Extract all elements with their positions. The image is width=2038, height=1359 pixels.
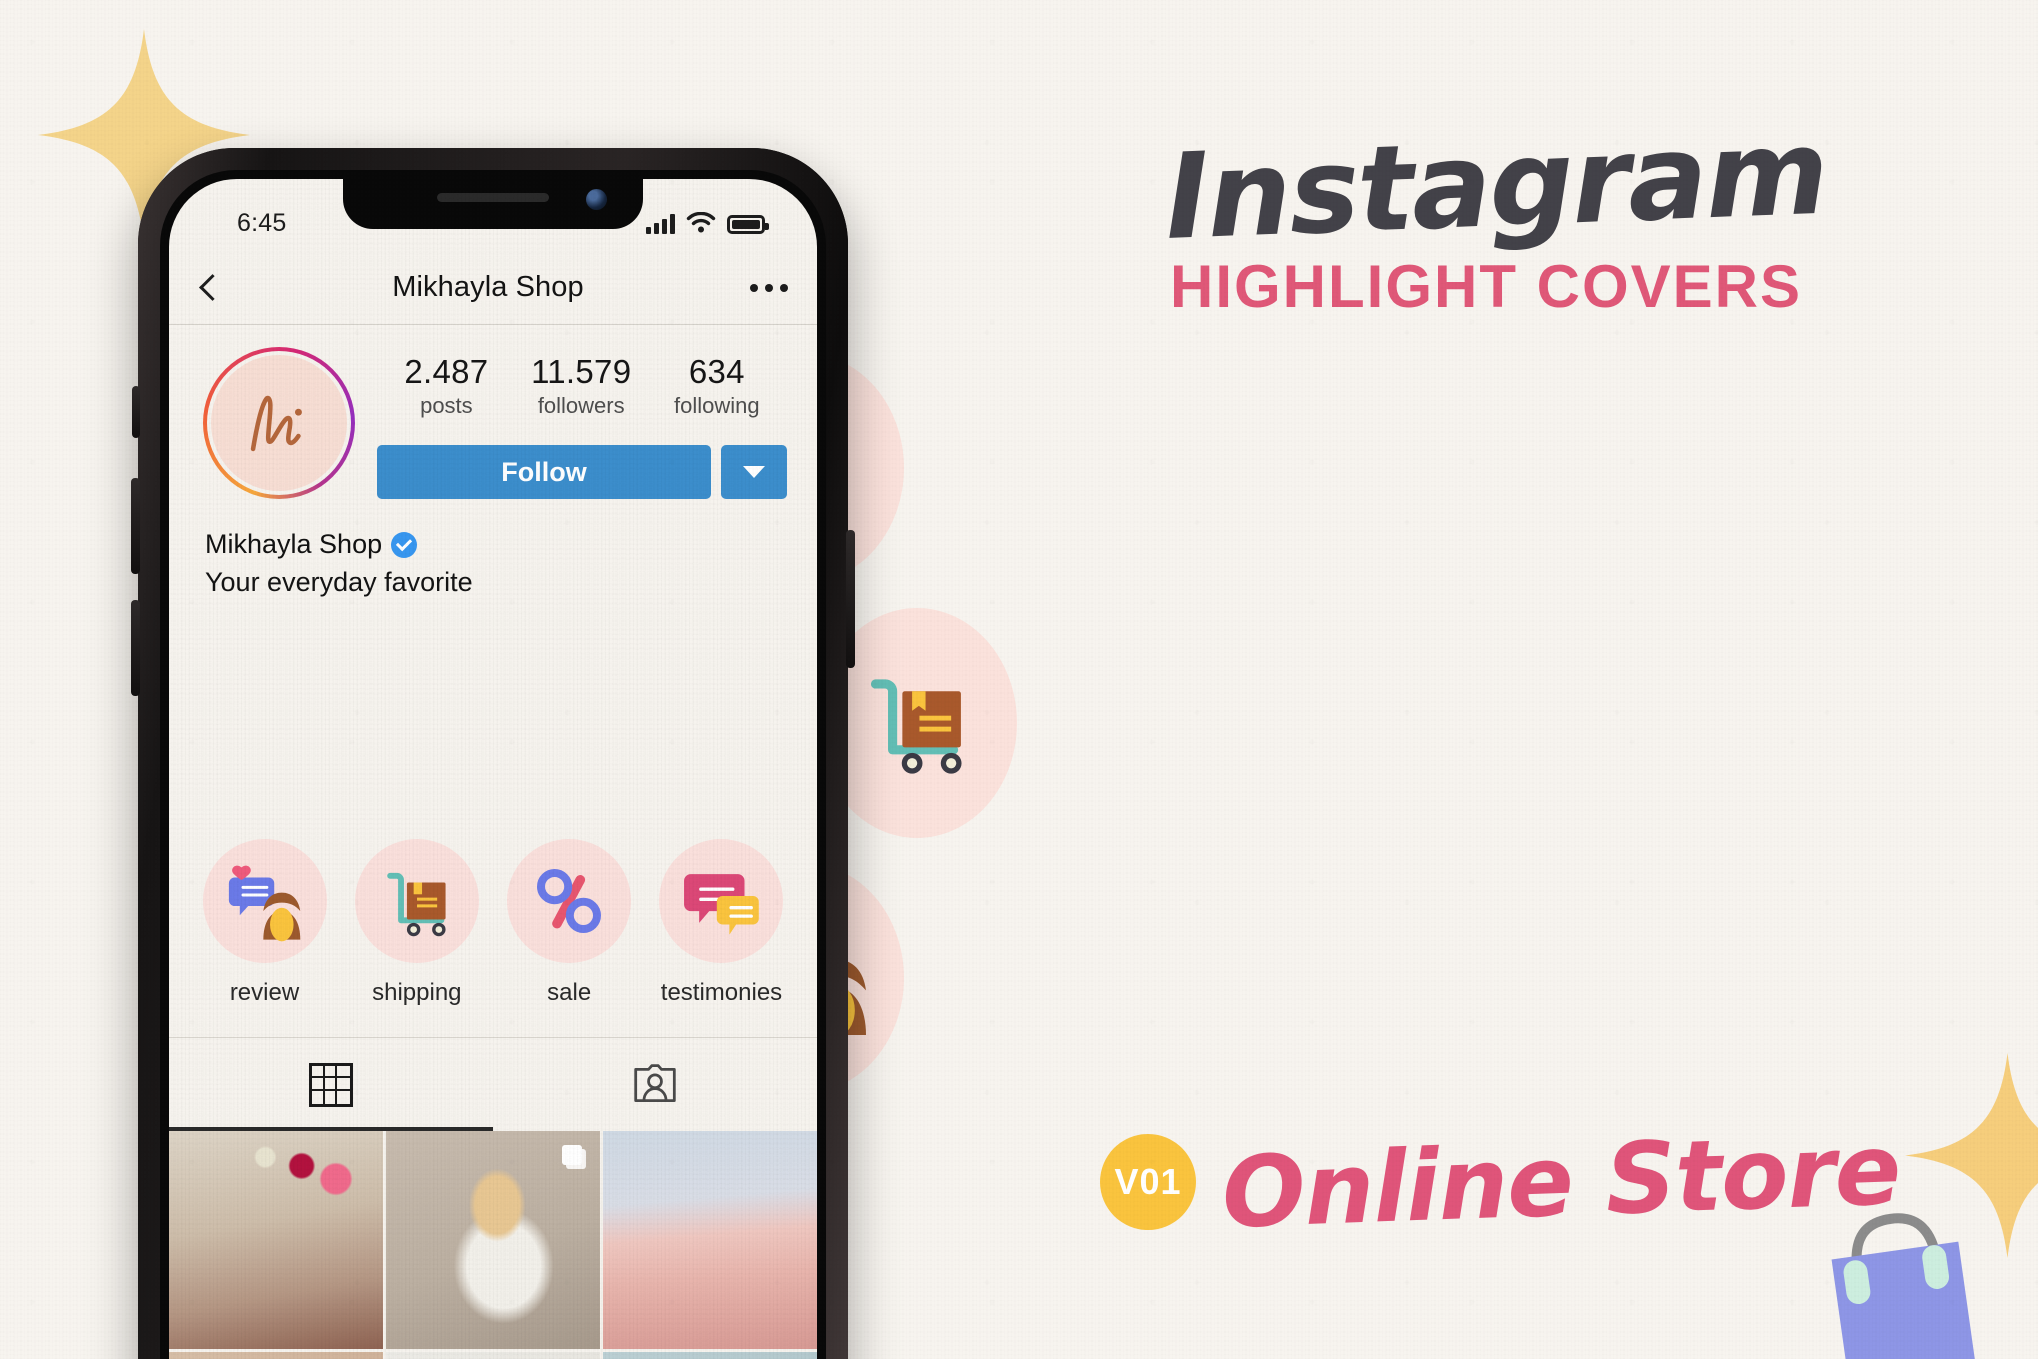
post-thumbnail[interactable] [603, 1131, 817, 1349]
multi-photo-icon [562, 1145, 586, 1169]
post-thumbnail[interactable] [386, 1131, 600, 1349]
stat-posts-value: 2.487 [404, 353, 489, 390]
app-nav-bar: Mikhayla Shop [169, 251, 817, 325]
avatar-monogram [211, 355, 347, 491]
status-time: 6:45 [237, 208, 287, 237]
display-name-row: Mikhayla Shop [205, 529, 783, 560]
post-thumbnail[interactable] [386, 1352, 600, 1359]
stat-followers[interactable]: 11.579 followers [531, 353, 631, 419]
version-badge: V01 [1100, 1134, 1196, 1230]
post-thumbnail[interactable] [603, 1352, 817, 1359]
verified-badge-icon [391, 531, 418, 558]
ellipsis-icon [750, 283, 758, 292]
highlight-testimonies[interactable]: testimonies [654, 839, 789, 1007]
more-options-button[interactable] [721, 283, 817, 292]
poster-canvas: 6:45 Mikhayla Shop 2.487 posts 11.579 fo… [0, 0, 2038, 1359]
silent-switch[interactable] [132, 386, 140, 438]
volume-down-button[interactable] [131, 600, 140, 696]
profile-tabs [169, 1037, 817, 1131]
power-button[interactable] [846, 530, 855, 668]
poster-title-script: Instagram [1162, 102, 1829, 266]
highlight-label: sale [547, 979, 592, 1006]
delivery-trolley-icon [870, 678, 962, 774]
stat-posts[interactable]: 2.487 posts [404, 353, 488, 419]
poster-footer: V01 Online Store [1100, 1113, 1902, 1251]
caret-down-icon [743, 466, 765, 478]
bio-text: Your everyday favorite [205, 567, 473, 597]
story-highlights: review shipping sale testimonies [169, 839, 817, 1007]
display-name: Mikhayla Shop [205, 529, 383, 559]
speech-bubbles-icon [659, 839, 784, 963]
profile-bio: Mikhayla Shop Your everyday favorite [199, 499, 787, 598]
post-thumbnail[interactable] [169, 1131, 383, 1349]
stat-followers-label: followers [537, 393, 625, 418]
grid-icon [309, 1062, 353, 1107]
highlight-review[interactable]: review [197, 839, 332, 1007]
profile-header: 2.487 posts 11.579 followers 634 followi… [169, 325, 817, 598]
highlight-label: shipping [372, 979, 462, 1006]
stat-following-label: following [674, 393, 760, 418]
back-button[interactable] [169, 274, 255, 301]
status-bar: 6:45 [169, 179, 817, 251]
person-tagged-icon [634, 1063, 676, 1102]
stat-posts-label: posts [420, 393, 473, 418]
volume-up-button[interactable] [131, 478, 140, 574]
highlight-shipping[interactable]: shipping [349, 839, 484, 1007]
profile-stats: 2.487 posts 11.579 followers 634 followi… [377, 353, 787, 419]
phone-screen: 6:45 Mikhayla Shop 2.487 posts 11.579 fo… [169, 179, 817, 1359]
follow-dropdown-button[interactable] [721, 445, 787, 499]
page-title: Mikhayla Shop [392, 271, 584, 303]
tab-grid[interactable] [169, 1038, 493, 1131]
wifi-icon [686, 212, 716, 233]
percent-icon [507, 839, 632, 963]
delivery-trolley-icon [354, 839, 479, 963]
chat-person-review-icon [202, 839, 327, 963]
follow-button[interactable]: Follow [377, 445, 711, 499]
stat-following-value: 634 [688, 353, 745, 390]
battery-icon [727, 215, 769, 234]
poster-title-subtitle: HIGHLIGHT COVERS [1170, 253, 1803, 320]
stat-following[interactable]: 634 following [674, 353, 760, 419]
phone-mockup: 6:45 Mikhayla Shop 2.487 posts 11.579 fo… [131, 148, 855, 1359]
highlight-label: review [229, 979, 300, 1006]
stat-followers-value: 11.579 [531, 353, 632, 390]
post-grid [169, 1131, 817, 1359]
cellular-bars-icon [646, 214, 675, 234]
phone-bezel: 6:45 Mikhayla Shop 2.487 posts 11.579 fo… [160, 170, 826, 1359]
tab-tagged[interactable] [493, 1038, 817, 1131]
shopping-bag-decoration-icon [1798, 1198, 2008, 1359]
highlight-sale[interactable]: sale [502, 839, 637, 1007]
highlight-label: testimonies [660, 979, 783, 1006]
post-thumbnail[interactable] [169, 1352, 383, 1359]
chevron-left-icon [198, 274, 226, 301]
avatar[interactable] [203, 347, 355, 499]
